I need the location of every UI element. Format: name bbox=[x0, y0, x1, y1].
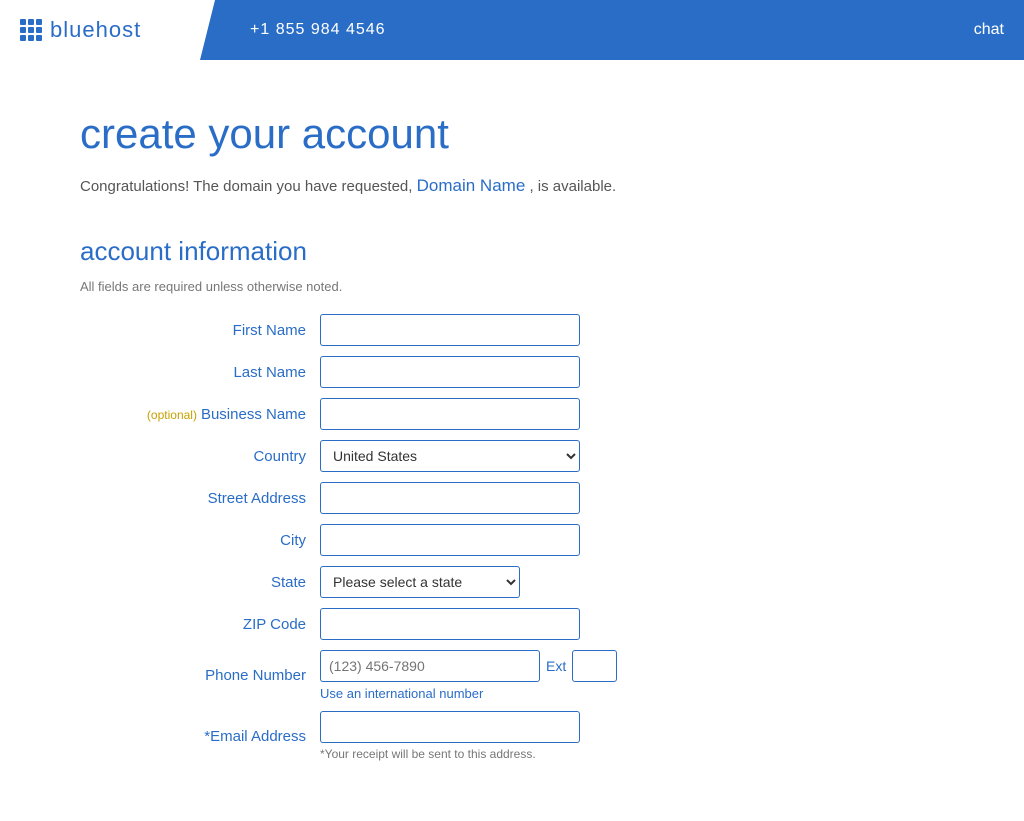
street-address-input[interactable] bbox=[320, 482, 580, 514]
logo-section: bluehost bbox=[0, 0, 200, 60]
account-section-title: account information bbox=[80, 236, 720, 267]
country-row: Country United States Canada United King… bbox=[80, 440, 720, 472]
city-row: City bbox=[80, 524, 720, 556]
zip-code-row: ZIP Code bbox=[80, 608, 720, 640]
main-content: create your account Congratulations! The… bbox=[0, 60, 800, 821]
domain-msg-pre: Congratulations! The domain you have req… bbox=[80, 178, 412, 195]
business-name-input[interactable] bbox=[320, 398, 580, 430]
business-name-label: (optional)Business Name bbox=[80, 406, 320, 423]
domain-msg-post: , is available. bbox=[529, 178, 616, 195]
phone-number-input[interactable] bbox=[320, 650, 540, 682]
email-address-label: *Email Address bbox=[80, 728, 320, 745]
logo-text: bluehost bbox=[50, 17, 141, 43]
last-name-input[interactable] bbox=[320, 356, 580, 388]
account-form: First Name Last Name (optional)Business … bbox=[80, 314, 720, 761]
phone-input-row: Ext bbox=[320, 650, 617, 682]
domain-availability-message: Congratulations! The domain you have req… bbox=[80, 176, 720, 196]
last-name-row: Last Name bbox=[80, 356, 720, 388]
first-name-row: First Name bbox=[80, 314, 720, 346]
header: bluehost +1 855 984 4546 chat bbox=[0, 0, 1024, 60]
zip-code-input[interactable] bbox=[320, 608, 580, 640]
state-label: State bbox=[80, 574, 320, 591]
country-label: Country bbox=[80, 448, 320, 465]
chat-link[interactable]: chat bbox=[974, 21, 1004, 39]
email-receipt-note: *Your receipt will be sent to this addre… bbox=[320, 747, 580, 761]
last-name-label: Last Name bbox=[80, 364, 320, 381]
international-number-link[interactable]: Use an international number bbox=[320, 686, 617, 701]
ext-label: Ext bbox=[546, 658, 566, 674]
city-label: City bbox=[80, 532, 320, 549]
street-address-row: Street Address bbox=[80, 482, 720, 514]
zip-code-label: ZIP Code bbox=[80, 616, 320, 633]
business-name-row: (optional)Business Name bbox=[80, 398, 720, 430]
optional-tag: (optional) bbox=[147, 408, 197, 422]
fields-required-note: All fields are required unless otherwise… bbox=[80, 279, 720, 294]
street-address-label: Street Address bbox=[80, 490, 320, 507]
phone-number-label: Phone Number bbox=[80, 667, 320, 684]
email-address-input[interactable] bbox=[320, 711, 580, 743]
state-select[interactable]: Please select a state Alabama Alaska Ari… bbox=[320, 566, 520, 598]
city-input[interactable] bbox=[320, 524, 580, 556]
page-title: create your account bbox=[80, 110, 720, 158]
first-name-input[interactable] bbox=[320, 314, 580, 346]
first-name-label: First Name bbox=[80, 322, 320, 339]
state-row: State Please select a state Alabama Alas… bbox=[80, 566, 720, 598]
country-select[interactable]: United States Canada United Kingdom bbox=[320, 440, 580, 472]
domain-name: Domain Name bbox=[417, 176, 526, 195]
bluehost-grid-icon bbox=[20, 19, 42, 41]
phone-block: Ext Use an international number bbox=[320, 650, 617, 701]
phone-number-row: Phone Number Ext Use an international nu… bbox=[80, 650, 720, 701]
email-address-row: *Email Address *Your receipt will be sen… bbox=[80, 711, 720, 761]
email-block: *Your receipt will be sent to this addre… bbox=[320, 711, 580, 761]
ext-input[interactable] bbox=[572, 650, 617, 682]
header-phone: +1 855 984 4546 bbox=[250, 21, 386, 39]
